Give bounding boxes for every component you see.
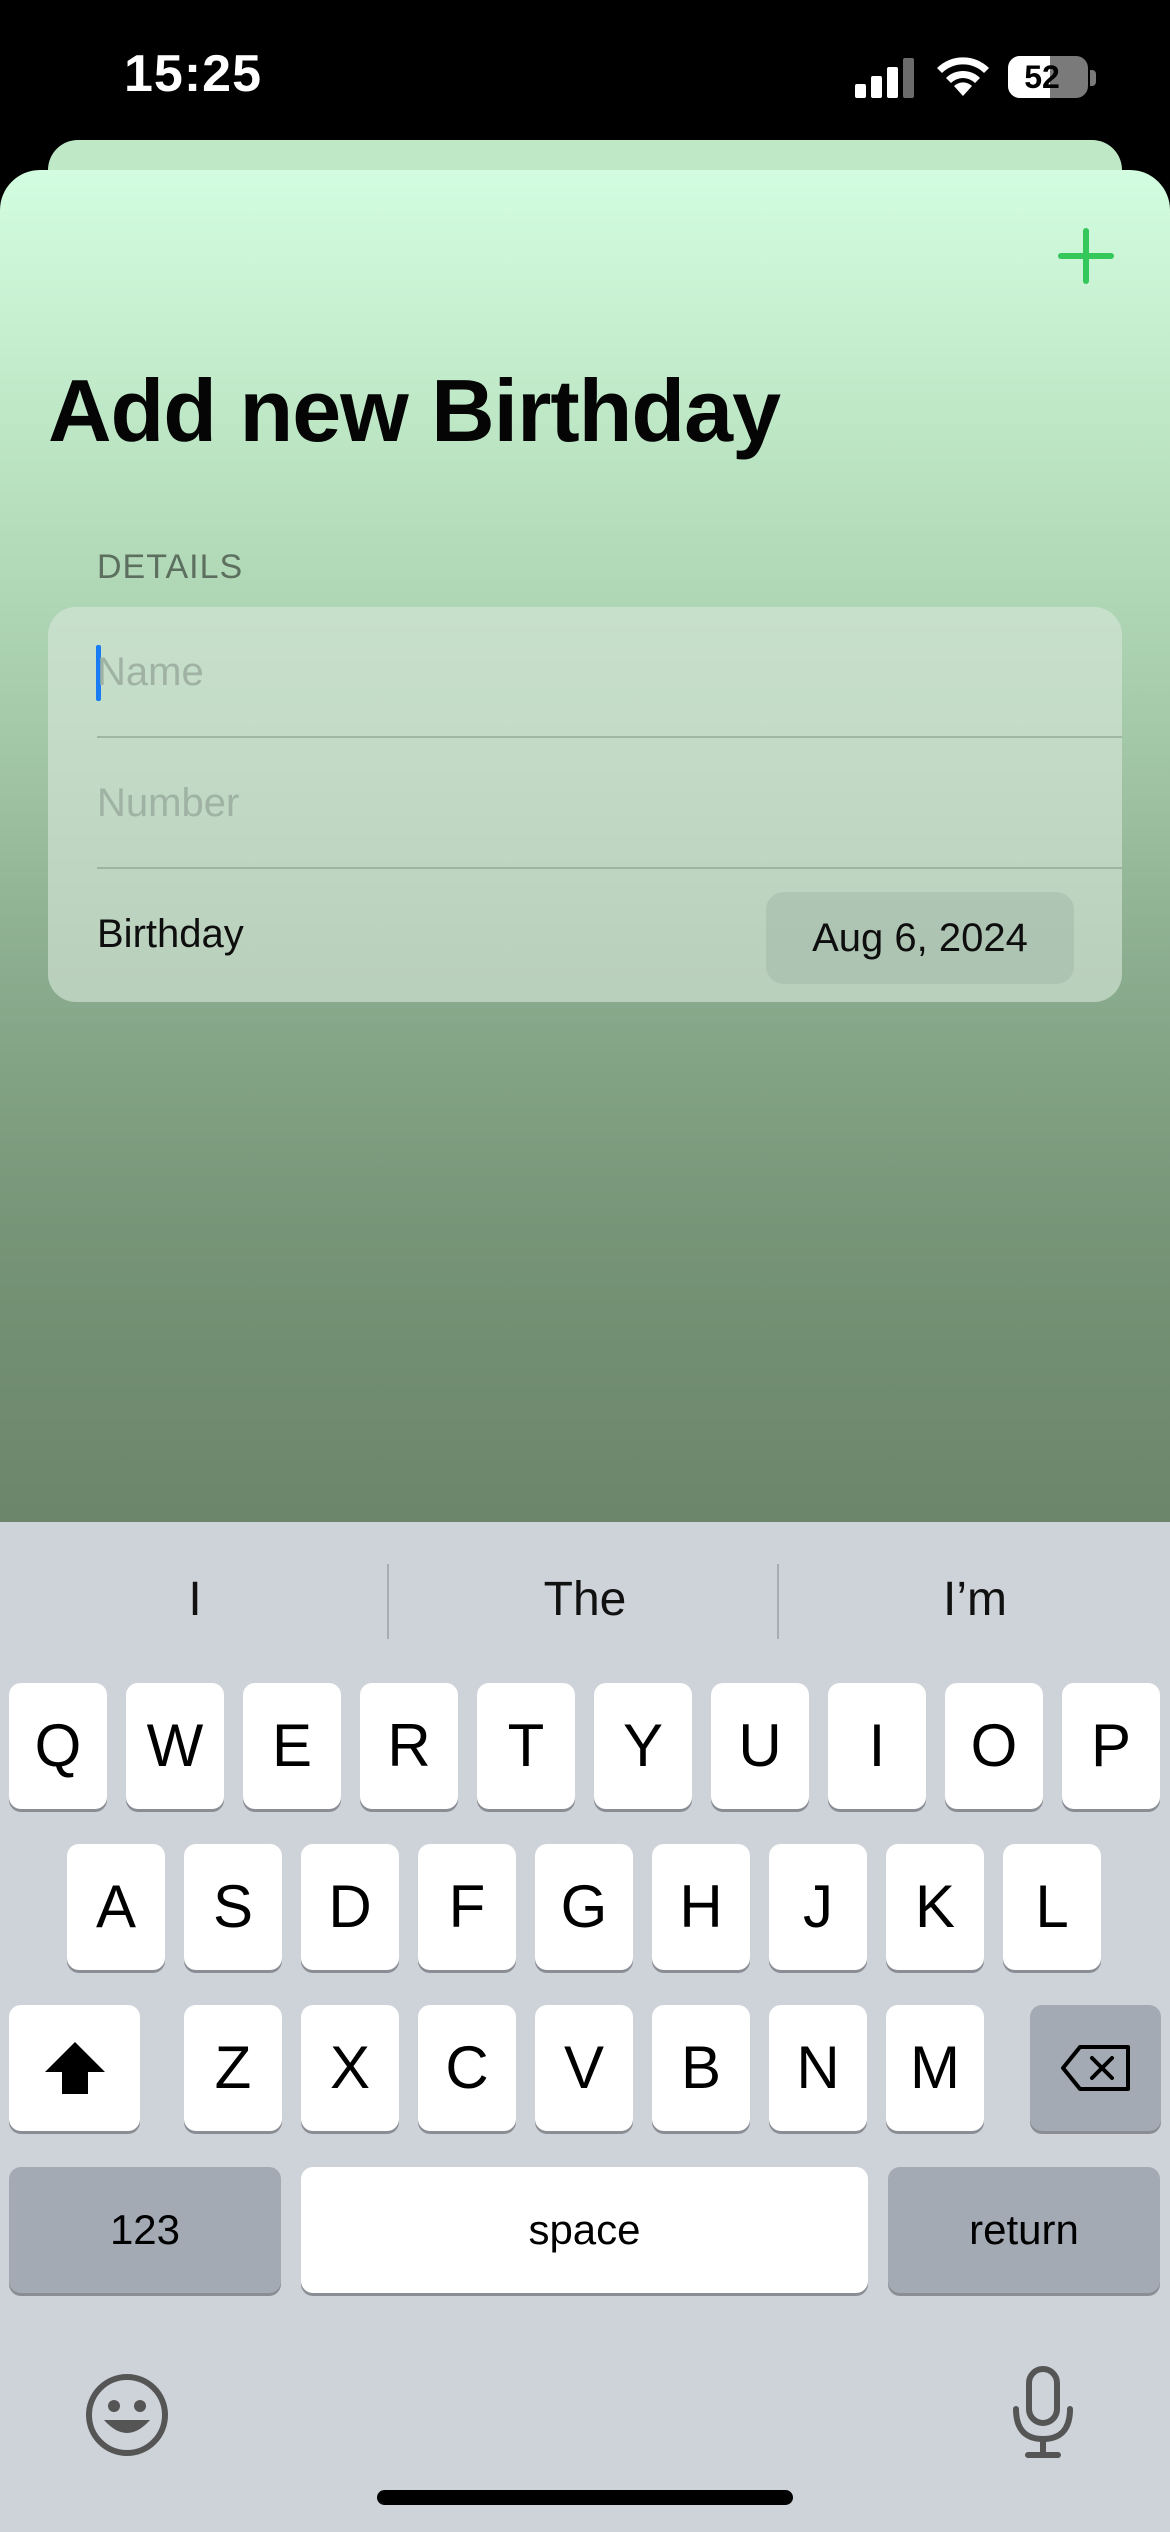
key-s[interactable]: S [184,1844,282,1970]
key-n[interactable]: N [769,2005,867,2131]
battery-icon: 52 [1008,56,1088,98]
details-form: Name Number Birthday Aug 6, 2024 [48,607,1122,1002]
key-p[interactable]: P [1062,1683,1160,1809]
status-bar: 15:25 52 [0,0,1170,150]
suggestion-divider [387,1564,389,1639]
number-placeholder: Number [97,781,240,825]
suggestion-3[interactable]: I’m [780,1522,1170,1678]
delete-key[interactable] [1030,2005,1161,2131]
key-e[interactable]: E [243,1683,341,1809]
page-title: Add new Birthday [48,361,781,460]
shift-key[interactable] [9,2005,140,2131]
status-time: 15:25 [124,45,262,103]
key-o[interactable]: O [945,1683,1043,1809]
key-t[interactable]: T [477,1683,575,1809]
key-q[interactable]: Q [9,1683,107,1809]
key-y[interactable]: Y [594,1683,692,1809]
key-v[interactable]: V [535,2005,633,2131]
wifi-icon [937,57,989,96]
key-m[interactable]: M [886,2005,984,2131]
key-r[interactable]: R [360,1683,458,1809]
key-f[interactable]: F [418,1844,516,1970]
home-indicator [377,2490,793,2505]
name-placeholder: Name [97,650,204,694]
key-w[interactable]: W [126,1683,224,1809]
key-u[interactable]: U [711,1683,809,1809]
space-key[interactable]: space [301,2167,868,2293]
key-l[interactable]: L [1003,1844,1101,1970]
name-field[interactable]: Name [48,607,1122,738]
signal-icon [855,56,915,98]
suggestion-1[interactable]: I [0,1522,390,1678]
key-k[interactable]: K [886,1844,984,1970]
section-header: DETAILS [97,548,244,586]
numbers-key[interactable]: 123 [9,2167,281,2293]
birthday-date-picker[interactable]: Aug 6, 2024 [766,892,1074,984]
return-key[interactable]: return [888,2167,1160,2293]
key-g[interactable]: G [535,1844,633,1970]
battery-nub [1090,70,1096,86]
key-j[interactable]: J [769,1844,867,1970]
emoji-icon[interactable] [84,2372,170,2458]
battery-percentage: 52 [1024,59,1060,95]
key-h[interactable]: H [652,1844,750,1970]
key-z[interactable]: Z [184,2005,282,2131]
key-x[interactable]: X [301,2005,399,2131]
key-d[interactable]: D [301,1844,399,1970]
suggestion-2[interactable]: The [390,1522,780,1678]
delete-icon [1060,2045,1130,2091]
birthday-label: Birthday [97,912,244,956]
keyboard: I The I’m Q W E R T Y U I O P A S D F G … [0,1522,1170,2532]
microphone-icon[interactable] [1008,2365,1078,2461]
key-b[interactable]: B [652,2005,750,2131]
key-c[interactable]: C [418,2005,516,2131]
number-field[interactable]: Number [48,738,1122,869]
suggestion-divider [777,1564,779,1639]
key-a[interactable]: A [67,1844,165,1970]
shift-icon [44,2042,105,2094]
key-i[interactable]: I [828,1683,926,1809]
add-button[interactable] [1056,226,1116,286]
